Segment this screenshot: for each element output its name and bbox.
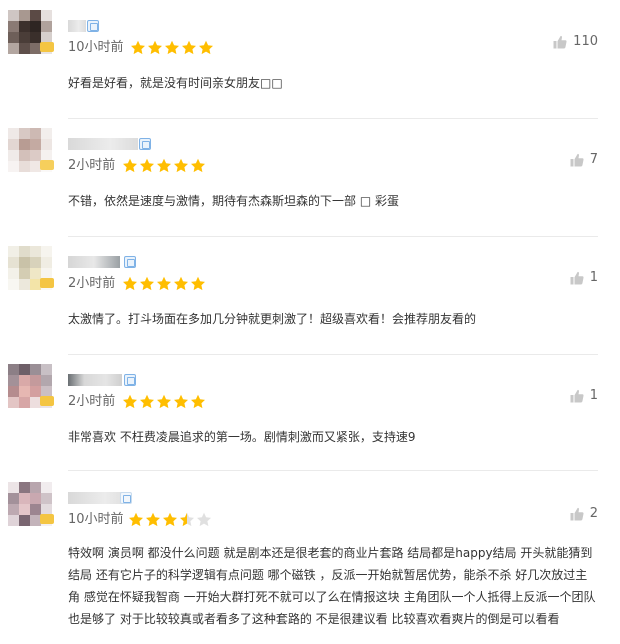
star-icon xyxy=(123,158,137,173)
like-count: 7 xyxy=(589,152,598,167)
like-count: 110 xyxy=(573,34,598,49)
divider xyxy=(68,236,598,237)
comment-text: 非常喜欢 不枉费凌晨追求的第一场。剧情刺激而又紧张，支持速9 xyxy=(68,430,416,444)
username-blurred[interactable] xyxy=(68,256,120,268)
like-count: 2 xyxy=(589,506,598,521)
star-icon xyxy=(165,40,179,55)
star-icon xyxy=(163,512,177,527)
thumbs-up-icon xyxy=(553,35,567,49)
star-icon xyxy=(197,512,211,527)
star-icon xyxy=(140,276,154,291)
user-level-icon xyxy=(120,492,132,504)
vip-badge xyxy=(40,278,54,288)
star-icon xyxy=(182,40,196,55)
comment-time: 2小时前 xyxy=(68,158,116,173)
star-icon xyxy=(191,158,205,173)
star-icon xyxy=(180,512,194,527)
user-level-icon xyxy=(124,374,136,386)
user-level-icon xyxy=(87,20,99,32)
star-icon xyxy=(140,158,154,173)
star-icon xyxy=(123,276,137,291)
comment-list: 10小时前 110 好看是好看，就是没有时间亲女朋友□□ 2小时前 7 不错，依… xyxy=(0,0,620,644)
rating-stars xyxy=(122,276,206,292)
rating-stars xyxy=(128,512,212,528)
comment-text: 特效啊 演员啊 都没什么问题 就是剧本还是很老套的商业片套路 结局都是happy… xyxy=(68,546,596,626)
divider xyxy=(68,118,598,119)
thumbs-up-icon xyxy=(570,271,584,285)
username-blurred[interactable] xyxy=(68,20,86,32)
comment-time: 10小时前 xyxy=(68,512,124,527)
star-icon xyxy=(157,158,171,173)
comment-text: 太激情了。打斗场面在多加几分钟就更刺激了！超级喜欢看！会推荐朋友看的 xyxy=(68,312,477,326)
divider xyxy=(68,470,598,471)
star-icon xyxy=(148,40,162,55)
comment-text: 不错，依然是速度与激情，期待有杰森斯坦森的下一部 □ 彩蛋 xyxy=(68,194,399,208)
like-button[interactable]: 2 xyxy=(570,505,598,523)
comment-text: 好看是好看，就是没有时间亲女朋友□□ xyxy=(68,76,283,90)
star-icon xyxy=(157,276,171,291)
comment-time: 2小时前 xyxy=(68,394,116,409)
star-icon xyxy=(157,394,171,409)
like-button[interactable]: 1 xyxy=(570,269,598,287)
star-icon xyxy=(174,276,188,291)
like-count: 1 xyxy=(589,270,598,285)
star-icon xyxy=(191,394,205,409)
user-level-icon xyxy=(139,138,151,150)
thumbs-up-icon xyxy=(570,153,584,167)
thumbs-up-icon xyxy=(570,507,584,521)
rating-stars xyxy=(130,40,214,56)
star-icon xyxy=(199,40,213,55)
thumbs-up-icon xyxy=(570,389,584,403)
like-button[interactable]: 7 xyxy=(570,151,598,169)
star-icon xyxy=(131,40,145,55)
like-button[interactable]: 110 xyxy=(553,33,598,51)
divider xyxy=(68,354,598,355)
star-icon xyxy=(129,512,143,527)
username-blurred[interactable] xyxy=(68,138,138,150)
star-icon xyxy=(191,276,205,291)
star-icon xyxy=(174,394,188,409)
comment-time: 2小时前 xyxy=(68,276,116,291)
user-level-icon xyxy=(124,256,136,268)
star-icon xyxy=(174,158,188,173)
rating-stars xyxy=(122,394,206,410)
star-icon xyxy=(140,394,154,409)
like-button[interactable]: 1 xyxy=(570,387,598,405)
vip-badge xyxy=(40,42,54,52)
vip-badge xyxy=(40,160,54,170)
star-icon xyxy=(146,512,160,527)
like-count: 1 xyxy=(589,388,598,403)
vip-badge xyxy=(40,396,54,406)
star-icon xyxy=(123,394,137,409)
vip-badge xyxy=(40,514,54,524)
comment-time: 10小时前 xyxy=(68,40,124,55)
rating-stars xyxy=(122,158,206,174)
username-blurred[interactable] xyxy=(68,374,122,386)
